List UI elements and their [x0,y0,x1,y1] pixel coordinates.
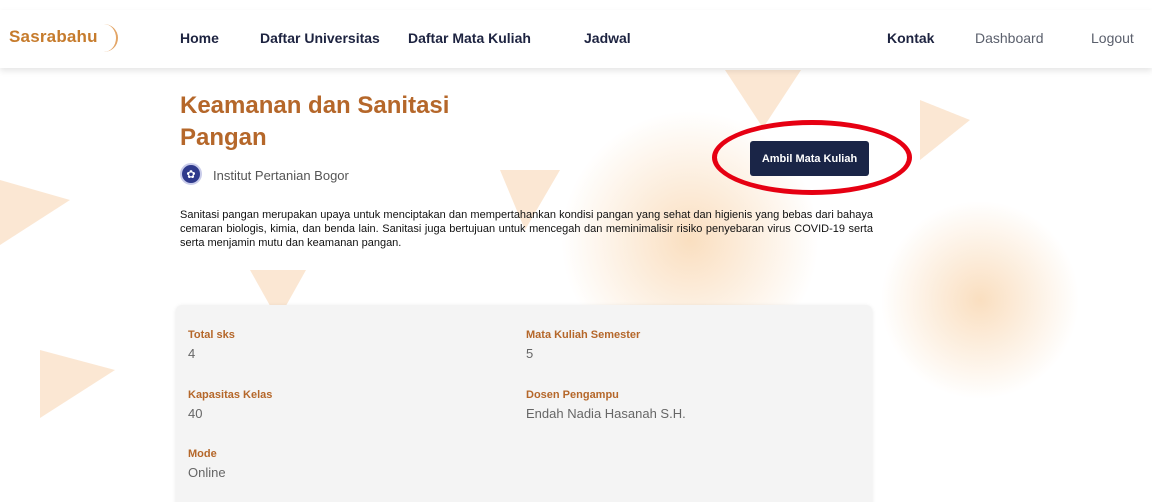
top-navbar: Sasrabahu Home Daftar Universitas Daftar… [0,10,1152,68]
nav-dashboard[interactable]: Dashboard [975,30,1044,46]
decor-triangle [725,70,801,128]
decor-triangle [40,350,115,418]
info-label: Kapasitas Kelas [188,389,273,401]
info-value: 40 [188,406,203,421]
course-title: Keamanan dan Sanitasi Pangan [180,92,450,151]
info-value: Endah Nadia Hasanah S.H. [526,406,686,421]
info-dosen: Dosen Pengampu Endah Nadia Hasanah S.H. [526,389,686,421]
info-label: Total sks [188,329,235,341]
nav-kontak[interactable]: Kontak [887,30,934,46]
info-semester: Mata Kuliah Semester 5 [526,329,640,361]
info-kapasitas: Kapasitas Kelas 40 [188,389,272,421]
info-label: Mata Kuliah Semester [526,329,641,341]
nav-daftar-mata-kuliah[interactable]: Daftar Mata Kuliah [408,30,531,46]
decor-triangle [920,100,970,160]
university-logo-icon: ✿ [180,163,202,185]
info-mode: Mode Online [188,448,226,480]
highlight-annotation-circle [712,120,912,195]
info-value: Online [188,465,226,480]
info-total-sks: Total sks 4 [188,329,235,361]
info-label: Dosen Pengampu [526,389,619,401]
decor-triangle [0,180,70,245]
info-value: 5 [526,346,534,361]
nav-home[interactable]: Home [180,30,219,46]
background-glow [880,200,1080,400]
nav-logout[interactable]: Logout [1091,30,1134,46]
university-name[interactable]: Institut Pertanian Bogor [213,168,349,183]
course-description: Sanitasi pangan merupakan upaya untuk me… [180,209,873,249]
nav-daftar-universitas[interactable]: Daftar Universitas [260,30,380,46]
nav-jadwal[interactable]: Jadwal [584,30,631,46]
course-details-card: Total sks 4 Mata Kuliah Semester 5 Kapas… [176,305,872,502]
brand-logo[interactable]: Sasrabahu [9,27,98,47]
brand-logo-mark [104,24,118,52]
info-value: 4 [188,346,196,361]
info-label: Mode [188,448,217,460]
